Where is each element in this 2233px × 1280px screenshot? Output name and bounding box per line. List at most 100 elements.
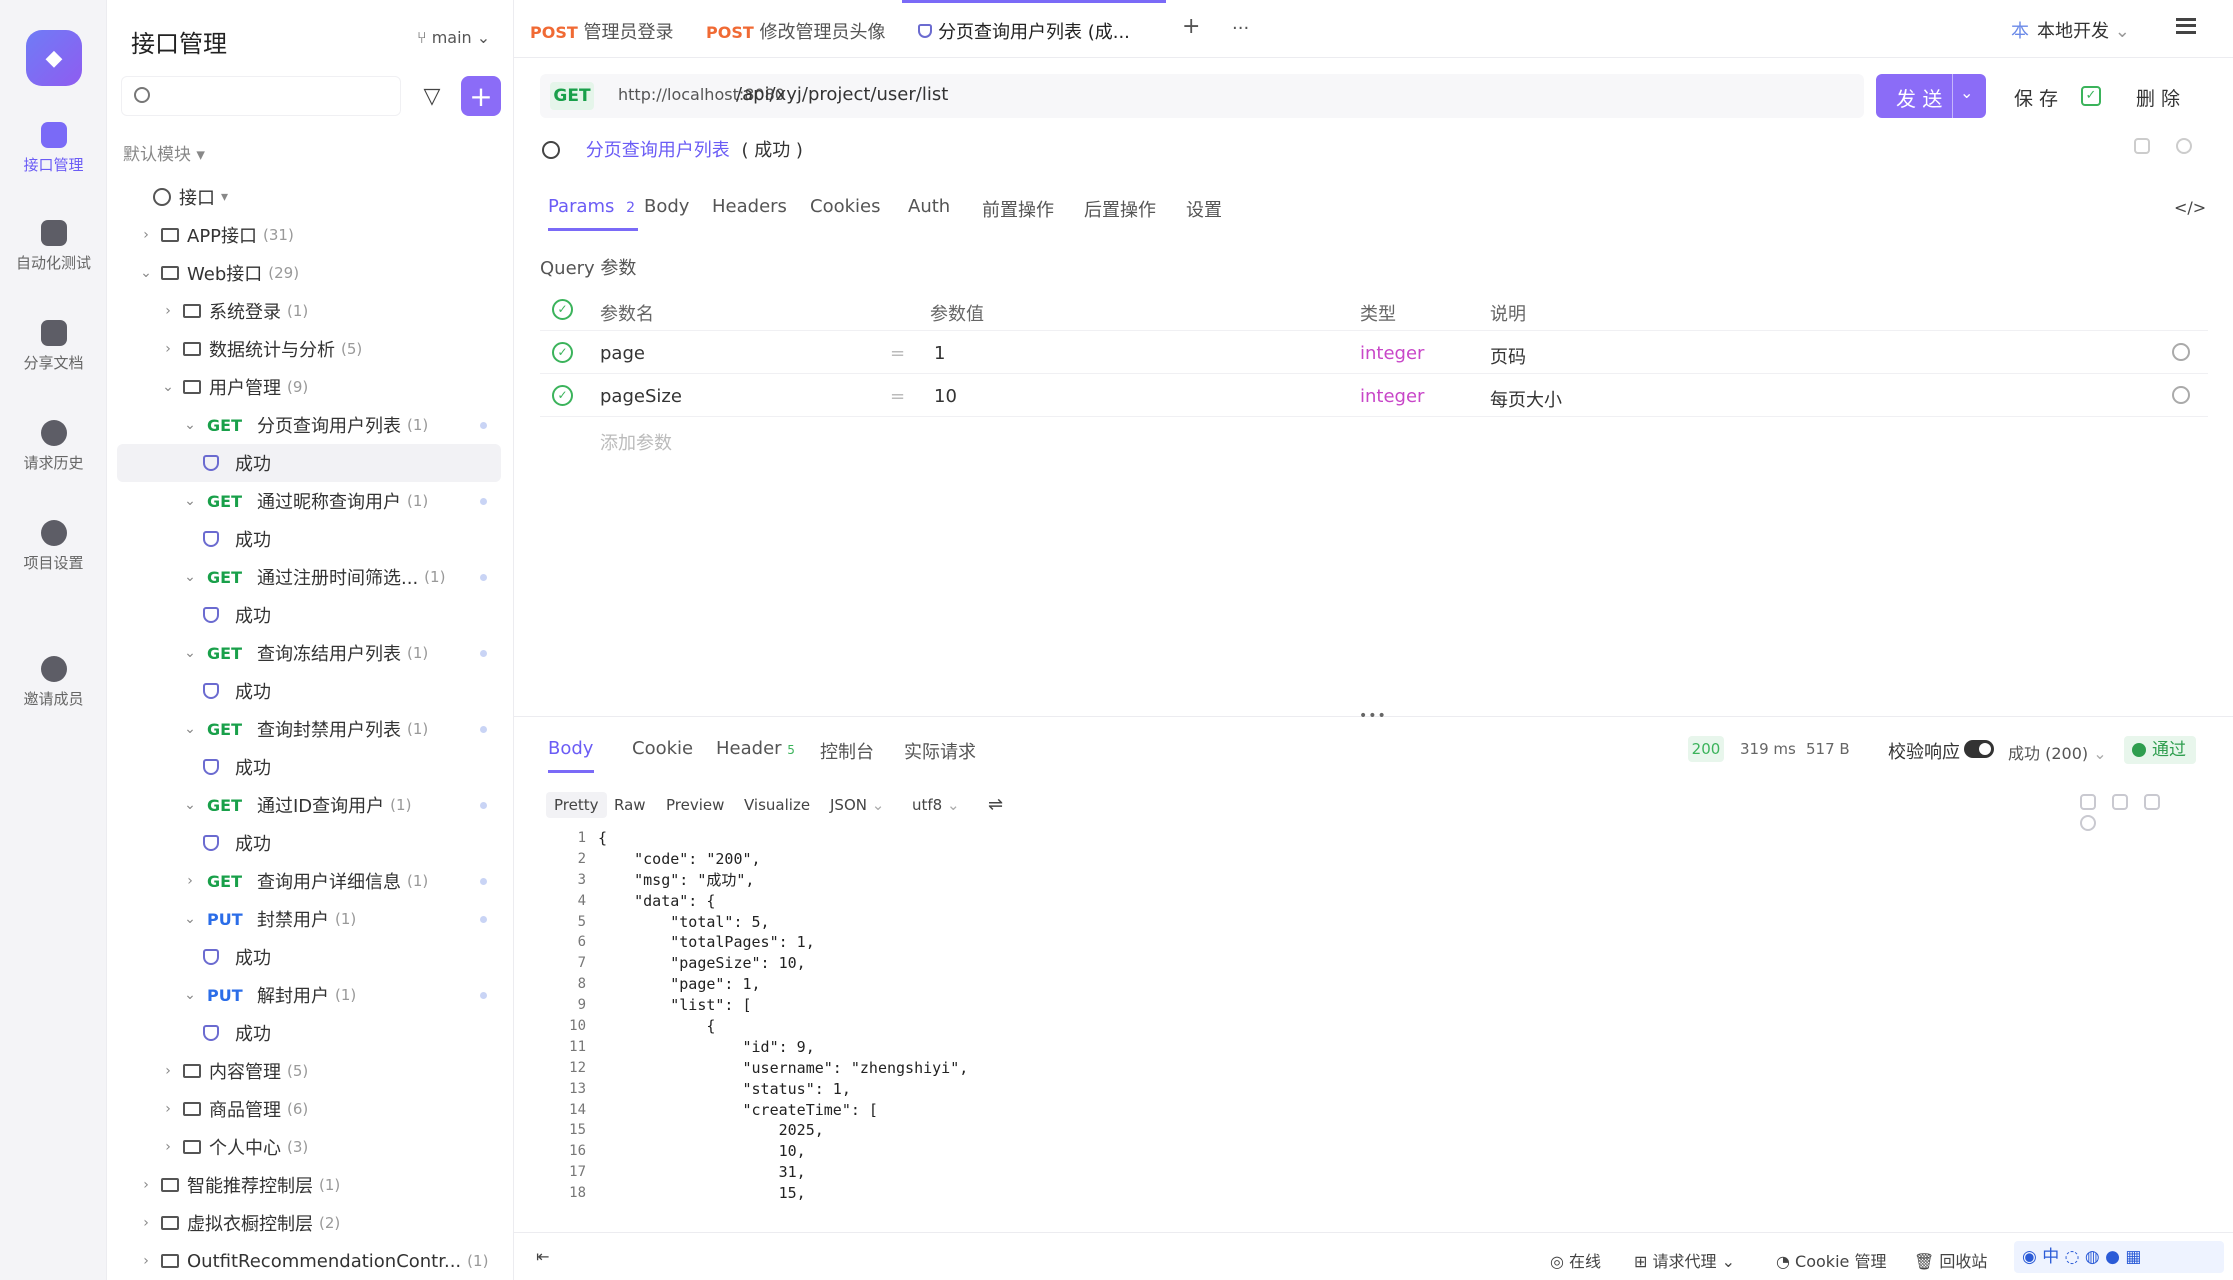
tree-case[interactable]: 成功 [117, 596, 501, 634]
chevron-right-icon[interactable]: › [137, 1215, 155, 1231]
tab-console[interactable]: 控制台 [820, 738, 874, 764]
chevron-right-icon[interactable]: › [137, 1253, 155, 1269]
chevron-right-icon[interactable]: › [159, 303, 177, 319]
resize-handle[interactable]: ••• [1359, 708, 1387, 724]
chevron-down-icon[interactable]: ⌄ [1960, 83, 1973, 102]
chevron-right-icon[interactable]: › [159, 1139, 177, 1155]
format-pretty[interactable]: Pretty [546, 792, 607, 818]
remove-param-icon[interactable] [2172, 386, 2190, 404]
tree-folder[interactable]: › 数据统计与分析 (5) [117, 330, 501, 368]
tab-cookies[interactable]: Cookies [810, 196, 880, 217]
tree-folder[interactable]: › APP接口 (31) [117, 216, 501, 254]
select-all-checkbox[interactable]: ✓ [552, 299, 573, 320]
tree-case[interactable]: 成功 [117, 444, 501, 482]
tree-case[interactable]: 成功 [117, 672, 501, 710]
tab-response-cookie[interactable]: Cookie [632, 738, 693, 759]
param-desc-input[interactable]: 每页大小 [1490, 386, 1562, 412]
chevron-right-icon[interactable]: › [159, 1063, 177, 1079]
tab-update-avatar[interactable]: POST 修改管理员头像 [706, 18, 886, 44]
copy-icon[interactable] [2134, 138, 2150, 154]
rail-item-share-docs[interactable]: 分享文档 [0, 320, 107, 373]
request-proxy[interactable]: ⊞ 请求代理 ⌄ [1634, 1248, 1735, 1272]
param-type-select[interactable]: integer [1360, 343, 1424, 364]
tree-api[interactable]: ⌄ GET 通过注册时间筛选... (1) [117, 558, 501, 596]
response-code-view[interactable]: 1{2 "code": "200", 3 "msg": "成功", 4 "data"… [514, 828, 2224, 1204]
rail-item-invite[interactable]: 邀请成员 [0, 656, 107, 709]
chevron-down-icon[interactable]: ⌄ [181, 417, 199, 433]
validate-select[interactable]: 成功 (200) ⌄ [2008, 740, 2107, 764]
code-icon[interactable]: </> [2174, 198, 2206, 217]
rail-item-api-management[interactable]: 接口管理 [0, 122, 107, 175]
param-name-input[interactable]: pageSize [600, 386, 682, 407]
validate-toggle[interactable] [1964, 740, 1994, 758]
new-tab-button[interactable]: + [1182, 14, 1200, 39]
search-input[interactable] [162, 83, 392, 109]
param-type-select[interactable]: integer [1360, 386, 1424, 407]
add-button[interactable]: + [461, 76, 501, 116]
tab-settings[interactable]: 设置 [1186, 196, 1222, 222]
format-raw[interactable]: Raw [606, 792, 654, 818]
filter-button[interactable]: ▽ [412, 76, 452, 116]
tree-case[interactable]: 成功 [117, 520, 501, 558]
tab-auth[interactable]: Auth [908, 196, 950, 217]
send-button[interactable]: 发 送 ⌄ [1876, 74, 1986, 118]
chevron-down-icon[interactable]: ⌄ [181, 721, 199, 737]
tree-folder[interactable]: › 内容管理 (5) [117, 1052, 501, 1090]
tree-api[interactable]: ⌄ GET 查询封禁用户列表 (1) [117, 710, 501, 748]
save-check-icon[interactable]: ✓ [2081, 86, 2101, 106]
chevron-down-icon[interactable]: ⌄ [181, 645, 199, 661]
tree-folder[interactable]: › OutfitRecommendationContr... (1) [117, 1242, 501, 1280]
param-value-input[interactable]: 1 [934, 343, 945, 364]
chevron-down-icon[interactable]: ⌄ [181, 797, 199, 813]
chevron-down-icon[interactable]: ⌄ [137, 265, 155, 281]
encoding-select[interactable]: utf8 ⌄ [904, 792, 968, 818]
param-checkbox[interactable]: ✓ [552, 385, 573, 406]
tab-user-list[interactable]: 分页查询用户列表 (成... [918, 18, 1130, 44]
copy-icon[interactable] [2144, 794, 2160, 810]
collapse-sidebar-icon[interactable]: ⇤ [536, 1247, 549, 1266]
save-button[interactable]: 保 存 [2014, 84, 2058, 111]
format-preview[interactable]: Preview [658, 792, 732, 818]
tree-api[interactable]: ⌄ PUT 封禁用户 (1) [117, 900, 501, 938]
tree-case[interactable]: 成功 [117, 824, 501, 862]
chevron-right-icon[interactable]: › [159, 341, 177, 357]
tree-folder[interactable]: › 系统登录 (1) [117, 292, 501, 330]
chevron-right-icon[interactable]: › [181, 873, 199, 889]
format-visualize[interactable]: Visualize [736, 792, 818, 818]
tab-admin-login[interactable]: POST 管理员登录 [530, 18, 674, 44]
tab-actual-request[interactable]: 实际请求 [904, 738, 976, 764]
lang-select[interactable]: JSON ⌄ [822, 792, 892, 818]
tree-folder[interactable]: › 智能推荐控制层 (1) [117, 1166, 501, 1204]
ime-toolbar[interactable]: ◉ 中 ◌ ◍ ● ▦ [2014, 1241, 2224, 1273]
param-checkbox[interactable]: ✓ [552, 342, 573, 363]
tab-body[interactable]: Body [644, 196, 689, 217]
tree-api[interactable]: ⌄ PUT 解封用户 (1) [117, 976, 501, 1014]
search-box[interactable] [121, 76, 401, 116]
method-selector[interactable]: GET [550, 82, 594, 110]
rail-item-settings[interactable]: 项目设置 [0, 520, 107, 573]
module-selector[interactable]: 默认模块 ▾ [123, 140, 205, 165]
upload-icon[interactable] [2080, 794, 2096, 810]
tree-case[interactable]: 成功 [117, 938, 501, 976]
chevron-down-icon[interactable]: ⌄ [181, 987, 199, 1003]
tree-api[interactable]: ⌄ GET 查询冻结用户列表 (1) [117, 634, 501, 672]
chevron-down-icon[interactable]: ⌄ [159, 379, 177, 395]
remove-param-icon[interactable] [2172, 343, 2190, 361]
tab-response-body[interactable]: Body [548, 738, 593, 759]
rail-item-automation[interactable]: 自动化测试 [0, 220, 107, 273]
tab-response-header[interactable]: Header 5 [716, 738, 795, 759]
chevron-right-icon[interactable]: › [137, 227, 155, 243]
delete-button[interactable]: 删 除 [2136, 84, 2180, 111]
more-tabs-button[interactable]: ··· [1232, 18, 1249, 39]
tree-case[interactable]: 成功 [117, 1014, 501, 1052]
tree-api[interactable]: › GET 查询用户详细信息 (1) [117, 862, 501, 900]
chevron-down-icon[interactable]: ⌄ [181, 569, 199, 585]
param-desc-input[interactable]: 页码 [1490, 343, 1526, 369]
tree-api[interactable]: ⌄ GET 通过ID查询用户 (1) [117, 786, 501, 824]
tree-root[interactable]: 接口 ▾ [117, 178, 501, 216]
cookie-manager[interactable]: ◔ Cookie 管理 [1776, 1248, 1886, 1272]
chevron-down-icon[interactable]: ⌄ [181, 911, 199, 927]
tab-post-processors[interactable]: 后置操作 [1084, 196, 1156, 222]
online-status[interactable]: ◎ 在线 [1550, 1248, 1601, 1272]
tab-params[interactable]: Params 2 [548, 196, 635, 217]
